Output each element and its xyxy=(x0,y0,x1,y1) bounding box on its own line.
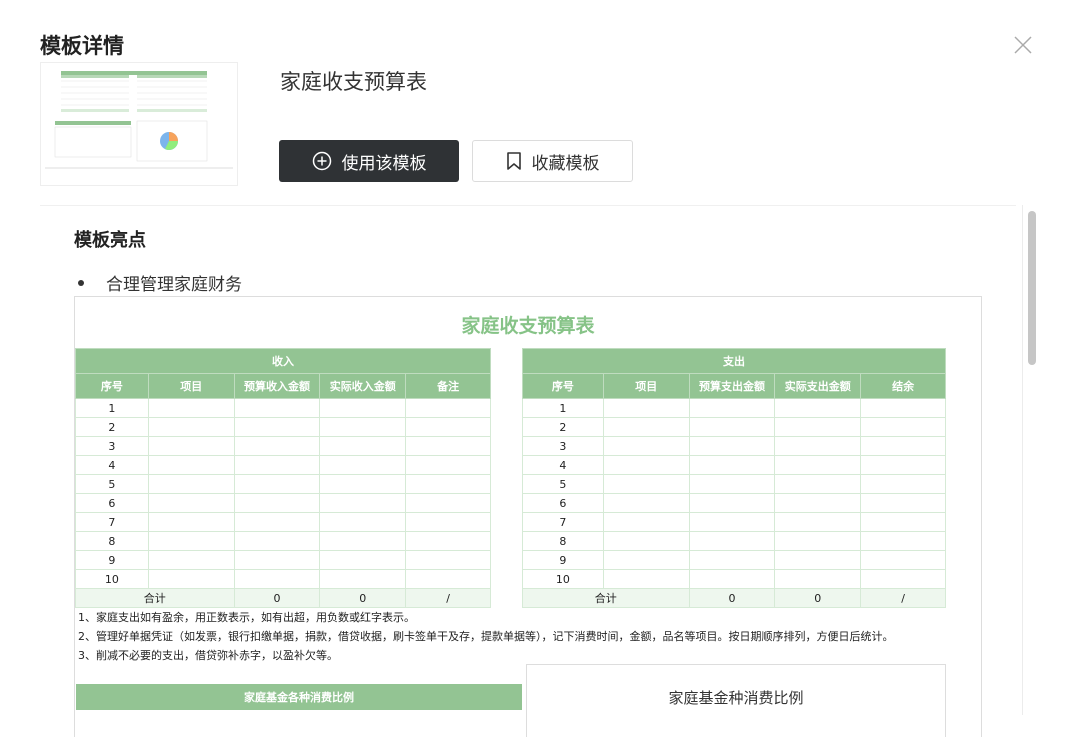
spreadsheet-preview: 家庭收支预算表 收入 序号 项目 预算收入金额 实际收入金额 备注 1 2 3 … xyxy=(74,296,982,737)
template-thumbnail xyxy=(40,62,238,186)
table-row: 9 xyxy=(75,550,491,570)
table-row: 2 xyxy=(75,417,491,437)
column-header: 序号 xyxy=(522,373,604,399)
close-icon[interactable] xyxy=(1012,34,1034,56)
column-header: 项目 xyxy=(147,373,235,399)
row-index: 4 xyxy=(75,455,149,475)
row-index: 6 xyxy=(522,493,604,513)
table-row: 6 xyxy=(75,493,491,513)
column-header: 实际收入金额 xyxy=(319,373,407,399)
notes-block: 1、家庭支出如有盈余，用正数表示，如有出超，用负数或红字表示。 2、管理好单据凭… xyxy=(78,608,894,665)
table-row: 8 xyxy=(75,531,491,551)
total-row: 合计 0 0 / xyxy=(75,588,491,608)
income-table: 收入 序号 项目 预算收入金额 实际收入金额 备注 1 2 3 4 5 6 7 … xyxy=(75,348,491,608)
expense-table: 支出 序号 项目 预算支出金额 实际支出金额 结余 1 2 3 4 5 6 7 … xyxy=(522,348,946,608)
highlight-item: 合理管理家庭财务 xyxy=(78,270,242,295)
row-index: 5 xyxy=(522,474,604,494)
table-row: 8 xyxy=(522,531,946,551)
template-name: 家庭收支预算表 xyxy=(280,70,427,94)
use-template-label: 使用该模板 xyxy=(341,153,427,174)
table-row: 10 xyxy=(75,569,491,589)
row-index: 1 xyxy=(522,398,604,418)
column-header: 预算支出金额 xyxy=(688,373,776,399)
scrollbar[interactable] xyxy=(1022,205,1041,715)
table-row: 3 xyxy=(75,436,491,456)
column-header: 实际支出金额 xyxy=(774,373,862,399)
favorite-template-button[interactable]: 收藏模板 xyxy=(472,140,633,182)
expense-header: 支出 xyxy=(522,348,946,374)
total-label: 合计 xyxy=(75,588,235,608)
total-budget: 0 xyxy=(688,588,776,608)
row-index: 8 xyxy=(75,531,149,551)
table-row: 2 xyxy=(522,417,946,437)
total-actual: 0 xyxy=(774,588,862,608)
row-index: 6 xyxy=(75,493,149,513)
row-index: 10 xyxy=(75,569,149,589)
fund-chart-title: 家庭基金种消费比例 xyxy=(668,689,804,707)
column-header: 项目 xyxy=(602,373,690,399)
template-detail-content[interactable]: 模板亮点 合理管理家庭财务 家庭收支预算表 收入 序号 项目 预算收入金额 实际… xyxy=(40,205,1016,737)
total-label: 合计 xyxy=(522,588,690,608)
use-template-button[interactable]: 使用该模板 xyxy=(279,140,459,182)
table-row: 5 xyxy=(522,474,946,494)
bullet-icon xyxy=(78,279,84,286)
row-index: 9 xyxy=(75,550,149,570)
favorite-template-label: 收藏模板 xyxy=(531,153,600,174)
modal-title: 模板详情 xyxy=(40,34,124,58)
scroll-thumb[interactable] xyxy=(1028,211,1036,365)
note-line: 2、管理好单据凭证（如发票，银行扣缴单据，捐款，借贷收据，刷卡签单干及存，提款单… xyxy=(78,630,894,643)
table-row: 4 xyxy=(522,455,946,475)
table-row: 6 xyxy=(522,493,946,513)
income-header: 收入 xyxy=(75,348,491,374)
row-index: 8 xyxy=(522,531,604,551)
total-balance: / xyxy=(860,588,946,608)
row-index: 7 xyxy=(75,512,149,532)
row-index: 2 xyxy=(522,417,604,437)
table-row: 1 xyxy=(522,398,946,418)
fund-chart-box: 家庭基金种消费比例 xyxy=(526,664,946,737)
table-row: 1 xyxy=(75,398,491,418)
table-row: 7 xyxy=(522,512,946,532)
fund-ratio-bar: 家庭基金各种消费比例 xyxy=(76,684,522,710)
table-row: 7 xyxy=(75,512,491,532)
row-index: 9 xyxy=(522,550,604,570)
table-row: 9 xyxy=(522,550,946,570)
column-header: 预算收入金额 xyxy=(233,373,321,399)
plus-circle-icon xyxy=(312,151,332,171)
column-header: 结余 xyxy=(860,373,946,399)
row-index: 3 xyxy=(75,436,149,456)
table-row: 3 xyxy=(522,436,946,456)
note-line: 3、削减不必要的支出，借贷弥补赤字，以盈补欠等。 xyxy=(78,649,338,662)
row-index: 4 xyxy=(522,455,604,475)
total-row: 合计 0 0 / xyxy=(522,588,946,608)
total-budget: 0 xyxy=(233,588,321,608)
bookmark-icon xyxy=(506,151,522,171)
highlight-text: 合理管理家庭财务 xyxy=(106,275,242,295)
row-index: 3 xyxy=(522,436,604,456)
highlights-title: 模板亮点 xyxy=(74,230,146,251)
column-header: 备注 xyxy=(405,373,491,399)
row-index: 5 xyxy=(75,474,149,494)
total-actual: 0 xyxy=(319,588,407,608)
row-index: 10 xyxy=(522,569,604,589)
table-row: 10 xyxy=(522,569,946,589)
table-row: 4 xyxy=(75,455,491,475)
row-index: 7 xyxy=(522,512,604,532)
table-row: 5 xyxy=(75,474,491,494)
total-note: / xyxy=(405,588,491,608)
column-header: 序号 xyxy=(75,373,149,399)
row-index: 2 xyxy=(75,417,149,437)
row-index: 1 xyxy=(75,398,149,418)
sheet-title: 家庭收支预算表 xyxy=(461,315,595,337)
note-line: 1、家庭支出如有盈余，用正数表示，如有出超，用负数或红字表示。 xyxy=(78,611,415,624)
